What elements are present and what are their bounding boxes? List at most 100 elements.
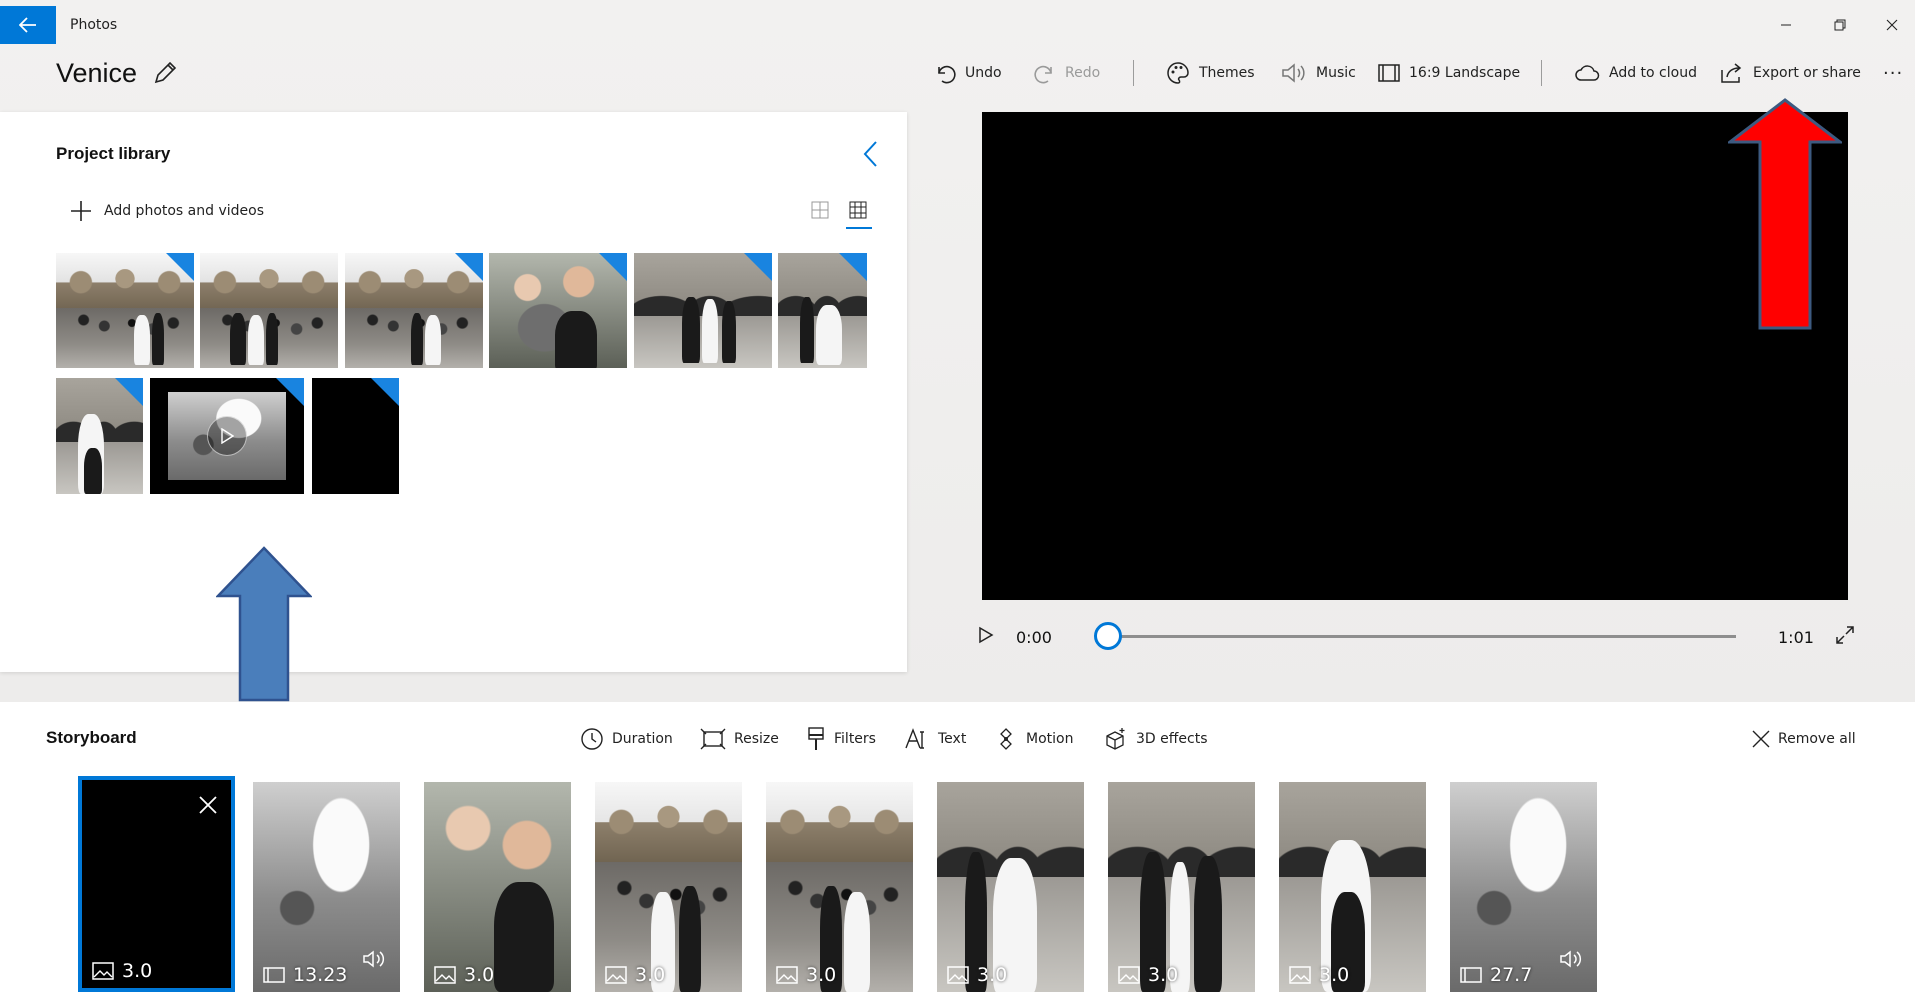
more-options-button[interactable]: ···: [1883, 58, 1903, 88]
toolbar-divider: [1133, 60, 1134, 86]
clip-duration-value: 3.0: [122, 960, 153, 982]
project-library-title: Project library: [56, 144, 171, 163]
project-title: Venice: [56, 58, 138, 88]
library-item-photo[interactable]: [56, 253, 194, 368]
storyboard-clip[interactable]: 13.23: [253, 782, 400, 992]
in-project-badge: [371, 378, 399, 406]
storyboard-clip[interactable]: 3.0: [937, 782, 1084, 992]
play-button[interactable]: [978, 626, 998, 648]
fullscreen-button[interactable]: [1836, 626, 1856, 646]
redo-button[interactable]: Redo: [1034, 58, 1100, 88]
audio-icon: [1559, 950, 1583, 972]
resize-icon: [700, 728, 726, 750]
cloud-icon: [1575, 65, 1600, 81]
text-label: Text: [938, 731, 967, 747]
seek-bar-track[interactable]: [1108, 635, 1736, 638]
library-item-title-card[interactable]: [312, 378, 399, 494]
add-photos-and-videos-button[interactable]: Add photos and videos: [70, 200, 264, 222]
toolbar-divider: [1541, 60, 1542, 86]
storyboard-panel: Storyboard Duration Resize Filters Text …: [0, 702, 1915, 992]
expand-icon: [1836, 626, 1854, 644]
storyboard-clip[interactable]: 3.0: [424, 782, 571, 992]
library-item-video[interactable]: [150, 378, 304, 494]
filters-label: Filters: [834, 731, 876, 747]
pencil-icon: [154, 61, 177, 84]
minimize-button[interactable]: [1763, 6, 1809, 44]
plus-icon: [71, 201, 91, 221]
image-icon: [947, 966, 969, 984]
storyboard-clip[interactable]: 27.7: [1450, 782, 1597, 992]
remove-clip-button[interactable]: [199, 796, 217, 818]
library-item-photo[interactable]: [200, 253, 338, 368]
in-project-badge: [455, 253, 483, 281]
clip-duration: 3.0: [92, 960, 152, 982]
video-preview[interactable]: [982, 112, 1848, 600]
library-item-photo[interactable]: [56, 378, 143, 494]
undo-button[interactable]: Undo: [934, 58, 1002, 88]
clip-duration-value: 3.0: [1319, 964, 1350, 986]
blue-annotation-arrow: [216, 546, 312, 702]
clip-duration-value: 13.23: [293, 964, 348, 986]
storyboard-clip[interactable]: 3.0: [595, 782, 742, 992]
close-window-button[interactable]: [1869, 6, 1915, 44]
in-project-badge: [599, 253, 627, 281]
resize-button[interactable]: Resize: [700, 726, 779, 752]
library-item-photo[interactable]: [778, 253, 867, 368]
filters-button[interactable]: Filters: [806, 726, 876, 752]
library-item-photo[interactable]: [489, 253, 627, 368]
storyboard-clip[interactable]: 3.0: [1279, 782, 1426, 992]
library-item-photo[interactable]: [634, 253, 772, 368]
title-bar: Photos: [0, 6, 1915, 44]
aspect-ratio-button[interactable]: 16:9 Landscape: [1378, 58, 1520, 88]
back-button[interactable]: [0, 6, 56, 44]
3d-effects-icon: [1106, 728, 1125, 750]
storyboard-clip[interactable]: 3.0: [766, 782, 913, 992]
motion-label: Motion: [1026, 731, 1074, 747]
play-video-icon: [207, 416, 247, 456]
storyboard-clip[interactable]: 3.0: [1108, 782, 1255, 992]
collapse-library-button[interactable]: [862, 140, 878, 172]
clip-duration-value: 3.0: [635, 964, 666, 986]
text-button[interactable]: Text: [904, 726, 966, 752]
in-project-badge: [744, 253, 772, 281]
small-thumbnails-view-button[interactable]: [846, 200, 872, 229]
add-to-cloud-label: Add to cloud: [1609, 65, 1697, 81]
large-thumbnails-view-button[interactable]: [810, 200, 832, 222]
close-icon: [1886, 19, 1898, 31]
image-icon: [605, 966, 627, 984]
clip-duration: 3.0: [1118, 964, 1178, 986]
app-name: Photos: [70, 17, 118, 33]
total-time: 1:01: [1778, 628, 1814, 647]
3d-effects-button[interactable]: 3D effects: [1104, 726, 1208, 752]
export-or-share-button[interactable]: Export or share: [1720, 58, 1861, 88]
clip-duration: 3.0: [1289, 964, 1349, 986]
themes-button[interactable]: Themes: [1166, 58, 1255, 88]
themes-label: Themes: [1199, 65, 1255, 81]
image-icon: [434, 966, 456, 984]
clip-duration: 3.0: [947, 964, 1007, 986]
clip-duration-value: 3.0: [977, 964, 1008, 986]
grid-small-icon: [849, 201, 867, 219]
clip-duration-value: 3.0: [806, 964, 837, 986]
share-icon: [1721, 63, 1742, 83]
resize-label: Resize: [734, 731, 779, 747]
add-to-cloud-button[interactable]: Add to cloud: [1574, 58, 1697, 88]
clip-duration: 3.0: [776, 964, 836, 986]
motion-button[interactable]: Motion: [994, 726, 1073, 752]
speaker-icon: [1282, 63, 1305, 83]
duration-label: Duration: [612, 731, 673, 747]
brush-icon: [808, 727, 824, 750]
duration-button[interactable]: Duration: [580, 726, 673, 752]
library-item-photo[interactable]: [345, 253, 483, 368]
seek-bar-handle[interactable]: [1094, 622, 1122, 650]
music-button[interactable]: Music: [1281, 58, 1356, 88]
text-icon: [905, 728, 924, 749]
clip-duration-value: 27.7: [1490, 964, 1533, 986]
storyboard-clip[interactable]: 3.0: [78, 776, 235, 992]
rename-button[interactable]: [152, 60, 180, 88]
remove-all-button[interactable]: Remove all: [1752, 726, 1856, 752]
restore-button[interactable]: [1817, 6, 1863, 44]
clip-duration: 3.0: [605, 964, 665, 986]
remove-all-label: Remove all: [1778, 731, 1856, 747]
music-label: Music: [1316, 65, 1356, 81]
